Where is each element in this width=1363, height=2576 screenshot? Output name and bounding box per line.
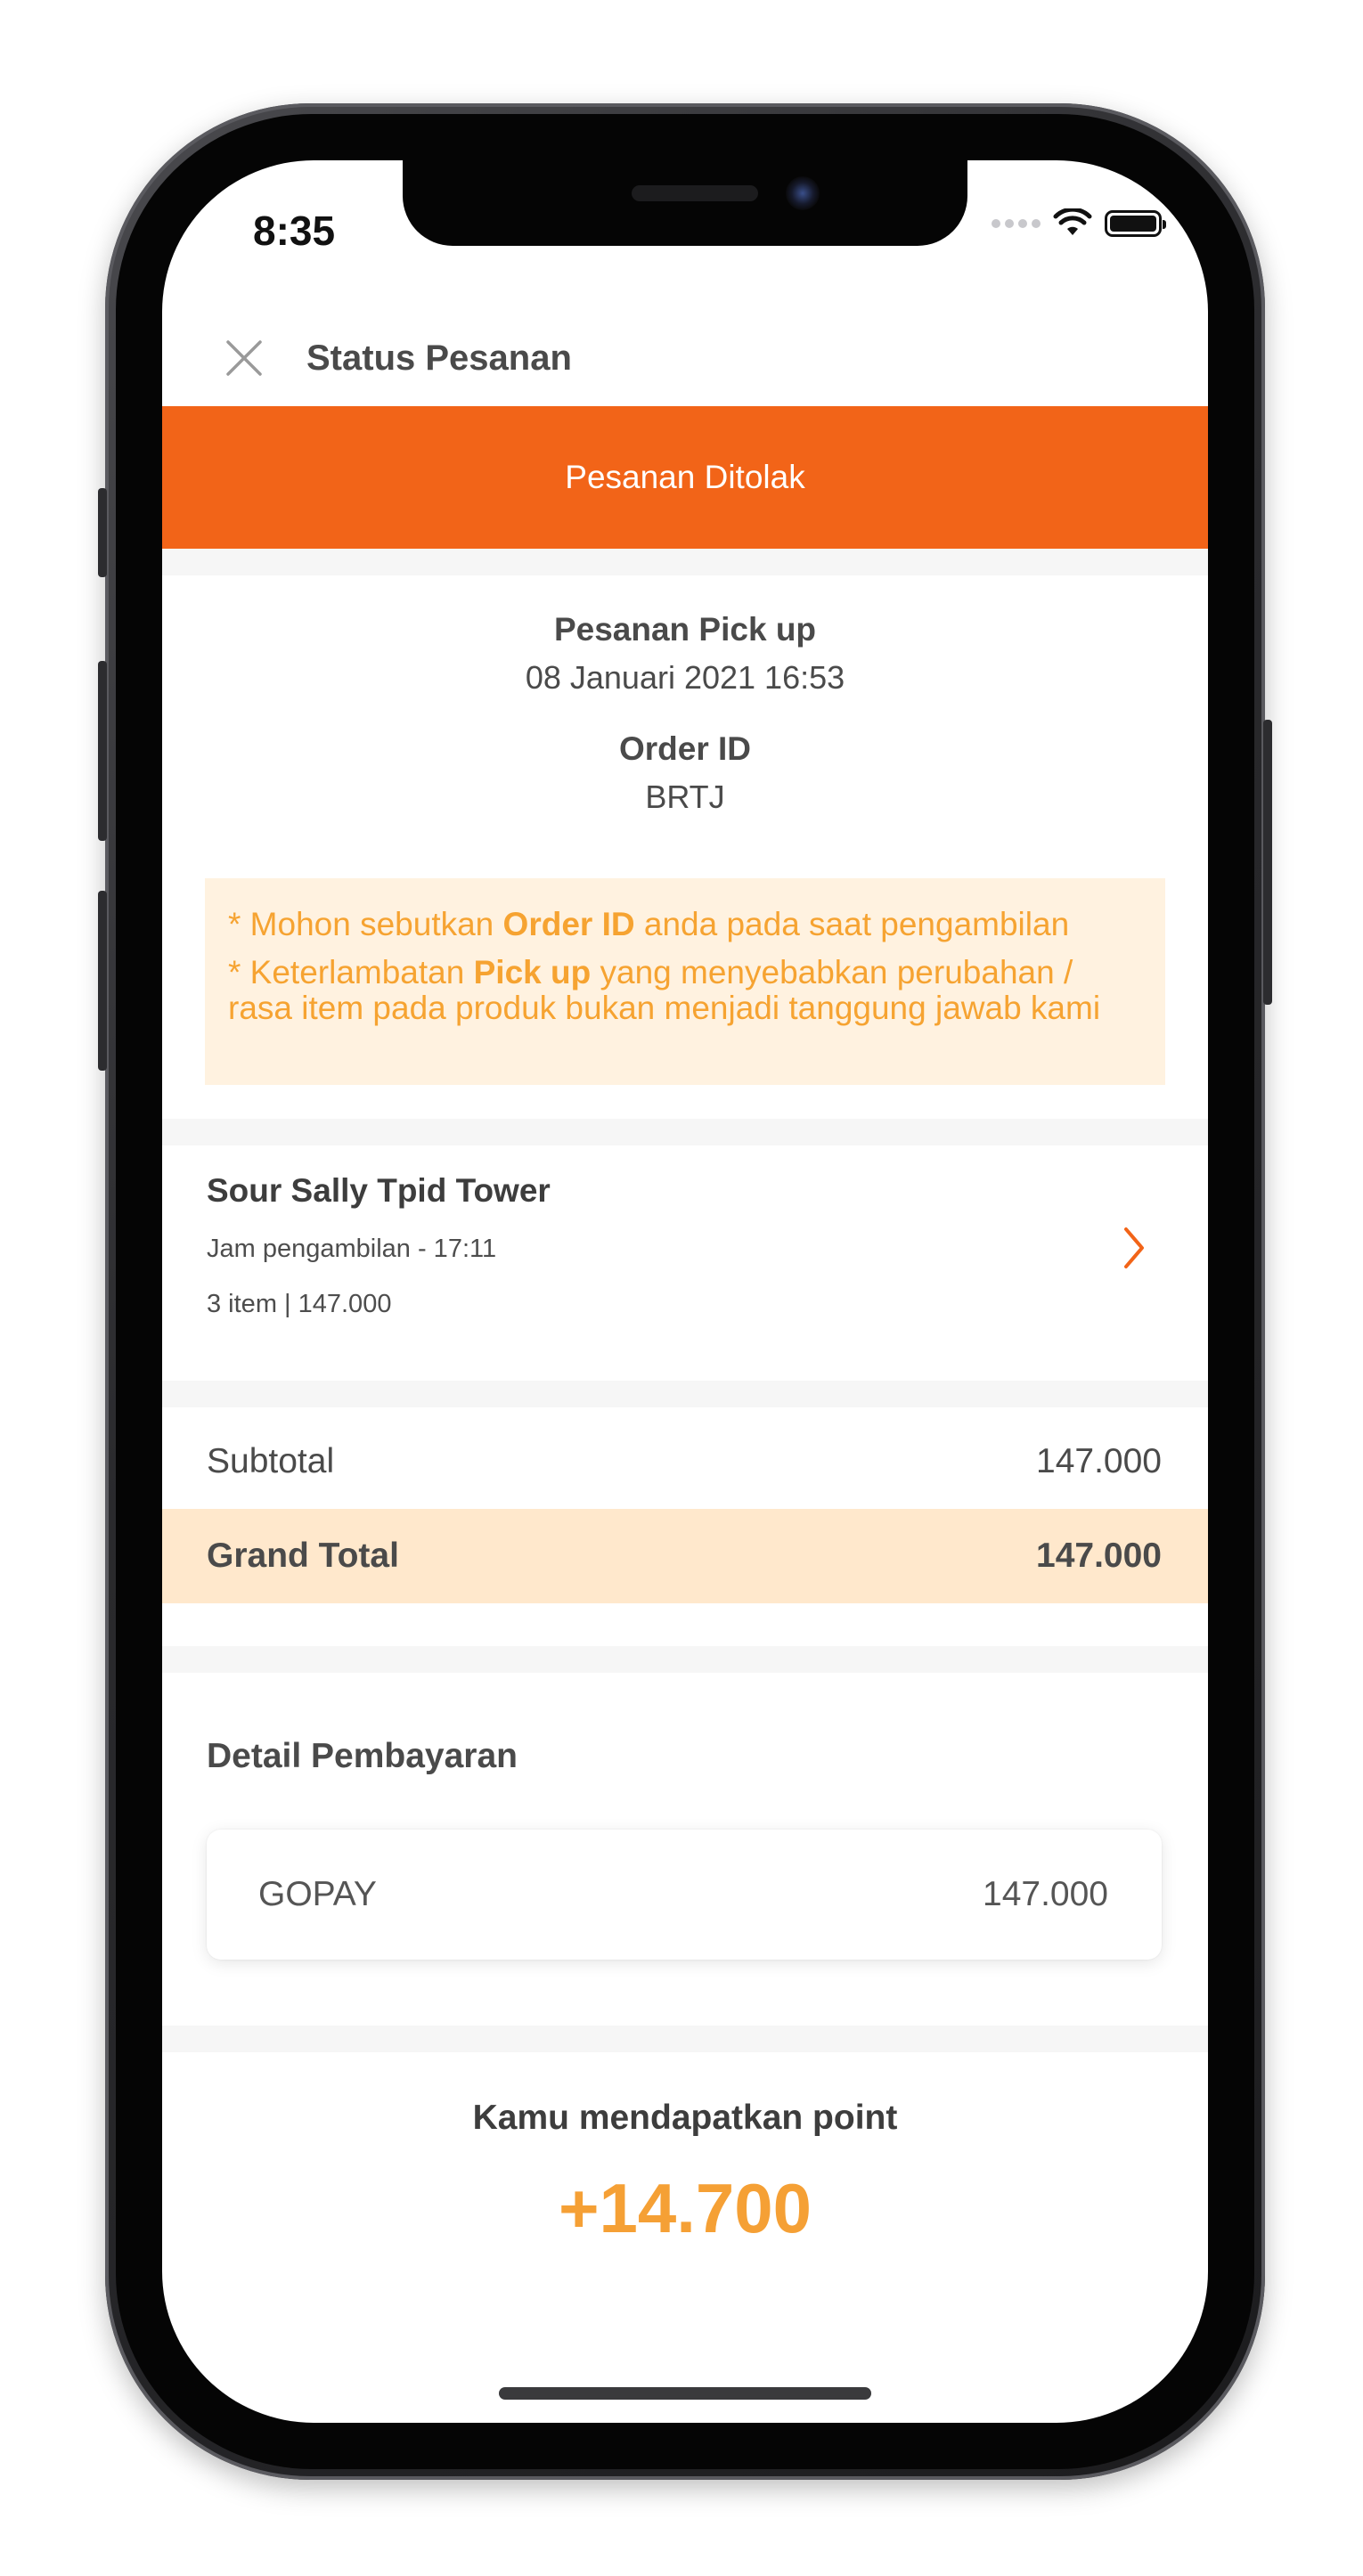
payment-method: GOPAY — [258, 1875, 377, 1913]
grand-total-row: Grand Total 147.000 — [162, 1509, 1208, 1603]
notice-line-3: rasa item pada produk bukan menjadi tang… — [228, 990, 1101, 1026]
notch — [403, 160, 967, 246]
store-name: Sour Sally Tpid Tower — [207, 1172, 551, 1209]
battery-icon — [1105, 210, 1166, 237]
speaker-grille — [632, 185, 758, 201]
chevron-right-icon — [1124, 1227, 1144, 1268]
section-divider — [162, 549, 1208, 575]
app-screen: 8:35 Status Pesanan Pesanan Ditolak Pesa… — [162, 160, 1208, 2423]
points-label: Kamu mendapatkan point — [472, 2099, 898, 2137]
grand-total-label: Grand Total — [207, 1537, 399, 1575]
status-time: 8:35 — [253, 208, 336, 254]
grand-total-value: 147.000 — [1036, 1537, 1162, 1575]
notice-line-1: * Mohon sebutkan Order ID anda pada saat… — [228, 906, 1070, 942]
silent-switch — [98, 488, 107, 577]
order-type: Pesanan Pick up — [553, 611, 817, 648]
pickup-notice: * Mohon sebutkan Order ID anda pada saat… — [205, 878, 1165, 1085]
payment-card: GOPAY 147.000 — [207, 1830, 1162, 1960]
power-button — [1263, 720, 1272, 1005]
pickup-time: Jam pengambilan - 17:11 — [207, 1235, 497, 1263]
order-status-label: Pesanan Ditolak — [565, 459, 805, 495]
payment-amount: 147.000 — [983, 1875, 1108, 1913]
payment-section-title: Detail Pembayaran — [207, 1737, 518, 1775]
close-button[interactable] — [223, 337, 265, 379]
volume-up-button — [98, 661, 107, 841]
order-id-value: BRTJ — [645, 779, 725, 815]
wifi-icon — [1053, 208, 1092, 235]
device-mockup: 8:35 Status Pesanan Pesanan Ditolak Pesa… — [0, 0, 1363, 2576]
order-id-label: Order ID — [618, 730, 752, 767]
front-camera — [786, 176, 820, 210]
section-divider — [162, 1646, 1208, 1673]
subtotal-label: Subtotal — [207, 1442, 335, 1480]
subtotal-row: Subtotal 147.000 — [162, 1414, 1208, 1509]
home-indicator[interactable] — [499, 2387, 871, 2400]
section-divider — [162, 1381, 1208, 1407]
order-summary: 3 item | 147.000 — [207, 1290, 392, 1318]
page-title: Status Pesanan — [306, 338, 572, 378]
store-order-row[interactable]: Sour Sally Tpid Tower Jam pengambilan - … — [162, 1140, 1208, 1372]
subtotal-value: 147.000 — [1036, 1442, 1162, 1480]
order-status-banner: Pesanan Ditolak — [162, 406, 1208, 549]
app-header: Status Pesanan — [162, 312, 1208, 406]
close-icon — [226, 340, 262, 376]
volume-down-button — [98, 891, 107, 1071]
status-indicators — [992, 208, 1166, 239]
points-value: +14.700 — [558, 2169, 812, 2247]
cellular-signal-icon — [992, 219, 1041, 228]
section-divider — [162, 2026, 1208, 2052]
order-datetime: 08 Januari 2021 16:53 — [525, 659, 845, 696]
